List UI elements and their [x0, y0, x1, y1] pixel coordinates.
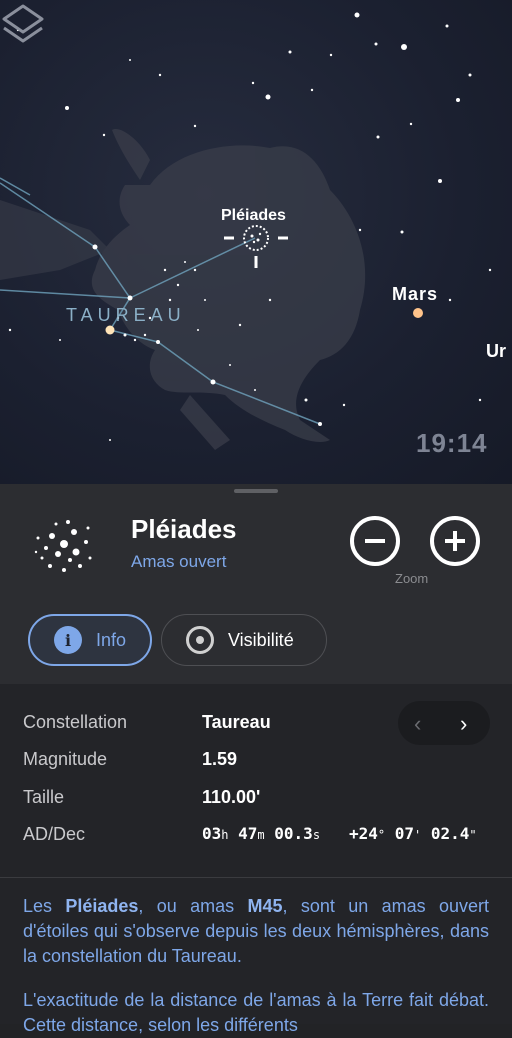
object-type: Amas ouvert — [131, 552, 227, 571]
pleiades-label[interactable]: Pléiades — [221, 207, 286, 225]
zoom-in-button[interactable] — [430, 516, 480, 566]
sky-map[interactable]: TAUREAU Pléiades Mars Ur 19:14 — [0, 0, 512, 484]
tab-visibility-label: Visibilité — [228, 629, 294, 650]
drag-handle[interactable] — [234, 489, 278, 493]
description-paragraph: Les Pléiades, ou amas M45, sont un amas … — [23, 896, 489, 966]
zoom-label: Zoom — [395, 571, 429, 586]
divider — [0, 877, 512, 878]
tab-info[interactable]: i Info — [28, 614, 152, 666]
next-arrow-icon[interactable]: › — [460, 711, 467, 737]
tab-visibility[interactable]: Visibilité — [161, 614, 327, 666]
description-paragraph: L'exactitude de la distance de l'amas à … — [23, 990, 489, 1035]
target-icon — [186, 626, 214, 654]
detail-key: Taille — [23, 787, 65, 807]
object-title: Pléiades — [131, 514, 237, 544]
prev-arrow-icon[interactable]: ‹ — [414, 711, 421, 737]
object-sheet: Pléiades Amas ouvert Zoom i Info Visibil… — [0, 484, 512, 1035]
uranus-label[interactable]: Ur — [486, 341, 506, 362]
detail-value: 110.00' — [202, 787, 261, 807]
detail-value[interactable]: Taureau — [202, 712, 271, 733]
radec-value: 03h 47m 00.3s +24° 07' 02.4" — [202, 824, 477, 843]
detail-key: Constellation — [23, 712, 128, 732]
object-nav: ‹ › — [398, 701, 490, 745]
tab-info-label: Info — [96, 629, 127, 650]
time-display: 19:14 — [416, 428, 488, 458]
zoom-out-button[interactable] — [350, 516, 400, 566]
plus-icon — [445, 531, 465, 551]
mars-planet[interactable] — [413, 308, 423, 318]
mars-label[interactable]: Mars — [392, 284, 438, 305]
minus-icon — [365, 539, 385, 543]
detail-key: AD/Dec — [23, 824, 86, 844]
info-panel: Constellation Taureau ‹ › Magnitude 1.59… — [0, 684, 512, 1035]
aldebaran-star[interactable] — [105, 325, 115, 335]
layers-icon[interactable] — [0, 0, 46, 50]
taurus-artwork — [0, 129, 366, 450]
open-cluster-icon — [34, 520, 92, 572]
detail-value: 1.59 — [202, 749, 238, 769]
detail-key: Magnitude — [23, 749, 108, 769]
info-icon: i — [54, 626, 82, 654]
constellation-label: TAUREAU — [66, 305, 186, 325]
sky-chart — [0, 12, 492, 450]
